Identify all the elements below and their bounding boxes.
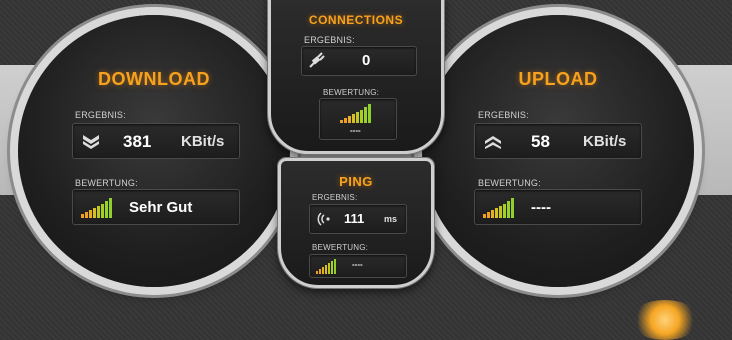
ping-result-label: ERGEBNIS: (312, 193, 358, 202)
download-result-label: ERGEBNIS: (75, 110, 126, 120)
upload-rating-label: BEWERTUNG: (478, 178, 541, 188)
ping-panel: PING ERGEBNIS: 111 ms BEWERTUNG: ---- (278, 158, 434, 288)
download-value: 381 (123, 132, 152, 151)
rating-bars-icon (340, 103, 371, 123)
ping-rating-label: BEWERTUNG: (312, 243, 369, 252)
connections-result-box: 0 (301, 46, 417, 76)
download-gauge: DOWNLOAD ERGEBNIS: 381 KBit/s BEWERTUNG:… (18, 15, 290, 287)
connections-result-label: ERGEBNIS: (304, 35, 355, 45)
upload-result-box: 58 KBit/s (474, 123, 642, 159)
plug-icon (309, 52, 325, 68)
ping-rating-text: ---- (352, 260, 363, 269)
download-rating-label: BEWERTUNG: (75, 178, 138, 188)
upload-result-label: ERGEBNIS: (478, 110, 529, 120)
upload-title: UPLOAD (518, 69, 598, 89)
connections-rating-text: ---- (350, 126, 361, 135)
rating-bars-icon (483, 198, 514, 218)
rating-bars-icon (81, 198, 112, 218)
download-result-box: 381 KBit/s (72, 123, 240, 159)
signal-waves-icon (317, 212, 330, 226)
upload-unit: KBit/s (583, 133, 627, 150)
start-button-glow[interactable] (630, 300, 700, 340)
connections-rating-box: ---- (319, 98, 397, 140)
ping-title: PING (339, 174, 373, 189)
download-rating-box: Sehr Gut (72, 189, 240, 225)
connections-value: 0 (362, 52, 371, 69)
ping-result-box: 111 ms (309, 204, 407, 234)
download-title: DOWNLOAD (98, 69, 210, 89)
upload-rating-box: ---- (474, 189, 642, 225)
download-rating-text: Sehr Gut (129, 199, 193, 216)
upload-rating-text: ---- (531, 199, 551, 216)
connections-title: CONNECTIONS (308, 13, 404, 27)
ping-rating-box: ---- (309, 254, 407, 278)
upload-value: 58 (531, 132, 550, 151)
connections-panel: CONNECTIONS ERGEBNIS: 0 BEWERTUNG: ---- (268, 0, 444, 154)
chevron-down-icon (83, 135, 99, 149)
rating-bars-icon (316, 258, 336, 274)
connections-rating-label: BEWERTUNG: (323, 88, 380, 97)
ping-unit: ms (384, 214, 398, 224)
download-unit: KBit/s (181, 133, 225, 150)
chevron-up-icon (485, 136, 501, 149)
upload-gauge: UPLOAD ERGEBNIS: 58 KBit/s BEWERTUNG: --… (422, 15, 694, 287)
ping-value: 111 (344, 211, 365, 226)
